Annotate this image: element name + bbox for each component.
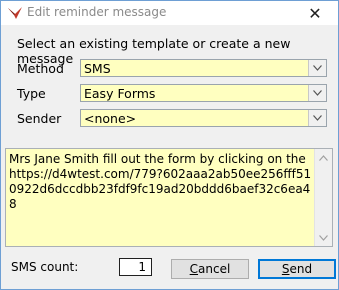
chevron-down-icon [313,65,322,71]
sender-dropdown-button[interactable] [308,110,326,126]
chevron-up-icon [319,154,328,161]
sms-count-label: SMS count: [11,260,79,274]
sms-count-value: 1 [119,258,152,276]
send-button-label: end [289,262,313,276]
scroll-down-button[interactable] [315,229,332,246]
scroll-up-button[interactable] [315,149,332,166]
method-label: Method [17,61,64,76]
method-value: SMS [84,61,111,76]
type-label: Type [17,86,46,101]
message-scrollbar[interactable] [314,149,332,246]
close-icon[interactable]: ✕ [300,1,330,25]
window-title: Edit reminder message [27,5,167,19]
method-dropdown-button[interactable] [308,60,326,76]
message-textarea[interactable]: Mrs Jane Smith fill out the form by clic… [5,148,333,247]
sender-select[interactable]: <none> [80,109,327,127]
cancel-button-accel: C [189,262,199,276]
chevron-down-icon [313,115,322,121]
send-button-accel: S [281,262,290,276]
type-select[interactable]: Easy Forms [80,84,327,102]
sender-label: Sender [17,111,62,126]
app-logo-icon [8,7,22,19]
edit-reminder-dialog: Edit reminder message ✕ Select an existi… [0,0,339,290]
method-select[interactable]: SMS [80,59,327,77]
send-button[interactable]: Send [258,259,336,279]
cancel-button-label: ancel [198,262,231,276]
sender-value: <none> [84,111,137,126]
message-text[interactable]: Mrs Jane Smith fill out the form by clic… [9,152,314,212]
type-value: Easy Forms [84,86,156,101]
title-bar[interactable]: Edit reminder message ✕ [1,1,338,25]
chevron-down-icon [319,234,328,241]
type-dropdown-button[interactable] [308,85,326,101]
chevron-down-icon [313,90,322,96]
cancel-button[interactable]: Cancel [171,259,249,279]
